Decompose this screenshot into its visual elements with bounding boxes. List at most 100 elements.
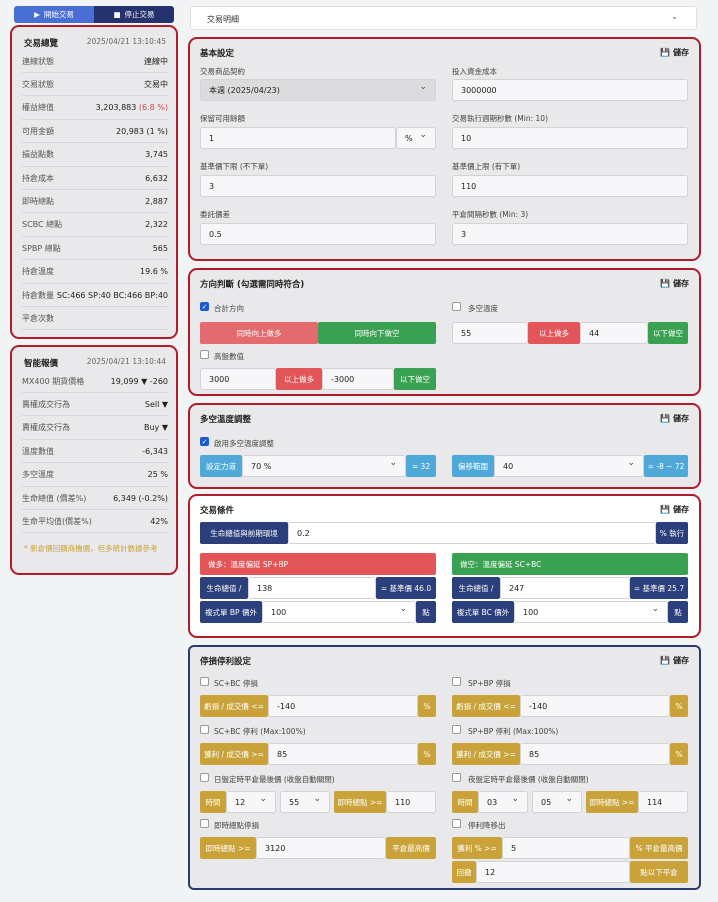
instant-loss-input[interactable]: 3120 (256, 837, 386, 859)
scbc-loss-checkbox[interactable] (200, 677, 209, 686)
smart-label: 賣權成交行為 (22, 423, 70, 433)
down-short-button[interactable]: 同時向下做空 (318, 322, 436, 344)
below-short-label: 以下做空 (394, 368, 436, 390)
pct-unit: % (418, 743, 436, 765)
night-instant-input[interactable]: 114 (638, 791, 688, 813)
check-icon[interactable]: ✓ (200, 302, 209, 311)
delegate-label: 委託價差 (200, 210, 230, 219)
offset-select[interactable]: 40 (494, 455, 644, 477)
trade-condition-panel: 交易條件 💾 儲存 生命總值與前期環境 0.2 % 執行 做多：溫度偏延 SP+… (188, 494, 701, 638)
smart-note: * 新倉價回饋商機價，但多統計數據參考 (24, 544, 158, 553)
overview-row: 即時總點 2,887 (22, 190, 168, 214)
bc-unit: 點 (668, 601, 688, 623)
instant-loss-label: 即時總點停損 (214, 821, 259, 830)
overview-row: 連線狀態 連線中 (22, 50, 168, 73)
save-label: 儲存 (673, 48, 689, 57)
stop-icon: ■ (113, 10, 121, 19)
night-close-checkbox[interactable] (452, 773, 461, 782)
smart-row: 多空溫度 25 % (22, 464, 168, 487)
spbp-loss-checkbox[interactable] (452, 677, 461, 686)
direction-c3-label: 高盤數值 (214, 352, 244, 361)
day-instant-input[interactable]: 110 (386, 791, 436, 813)
smart-label: 賣權成交行為 (22, 399, 70, 409)
overview-label: 持倉成本 (22, 173, 54, 183)
overview-label: SCBC 總點 (22, 220, 63, 230)
bc-label: 複式單 BC 價外 (452, 601, 514, 623)
reserve-unit-select[interactable]: % (396, 127, 436, 149)
start-label: 開始交易 (43, 10, 74, 19)
temp-high-input[interactable]: 55 (452, 322, 528, 344)
direction-c2-checkbox[interactable] (452, 302, 461, 311)
spbp-profit-input[interactable]: 85 (520, 743, 670, 765)
smart-label: 溫度數值 (22, 446, 54, 456)
contract-select[interactable]: 本週 (2025/04/23) (200, 79, 436, 101)
spbp-loss-input[interactable]: -140 (520, 695, 670, 717)
pct-value: (6.8 %) (138, 103, 168, 113)
save-label: 儲存 (673, 279, 689, 288)
delegate-input[interactable]: 0.5 (200, 223, 436, 245)
smart-time: 2025/04/21 13:10:44 (86, 357, 166, 366)
close-input[interactable]: 3 (452, 223, 688, 245)
overview-row: 交易狀態 交易中 (22, 73, 168, 97)
smart-label: MX400 期貨價格 (22, 376, 85, 386)
short-title: 做空：溫度偏延 SC+BC (452, 553, 688, 575)
save-button[interactable]: 💾 儲存 (660, 47, 689, 58)
bp-label: 複式單 BP 價外 (200, 601, 262, 623)
day-minute-select[interactable]: 55 (280, 791, 330, 813)
day-close-checkbox[interactable] (200, 773, 209, 782)
save-button[interactable]: 💾 儲存 (660, 413, 689, 424)
scbc-loss-input[interactable]: -140 (268, 695, 418, 717)
low-input[interactable]: 3 (200, 175, 436, 197)
smart-value: Buy ▼ (144, 423, 168, 433)
smart-value: 6,349 (-0.2%) (113, 493, 168, 503)
night-hour-select[interactable]: 03 (478, 791, 528, 813)
low-value-input[interactable]: -3000 (322, 368, 394, 390)
temp-low-input[interactable]: 44 (580, 322, 648, 344)
check-icon[interactable]: ✓ (200, 437, 209, 446)
day-hour-select[interactable]: 12 (226, 791, 276, 813)
life-env-input[interactable]: 0.2 (288, 522, 656, 544)
high-label: 基準價上限 (有下單) (452, 162, 521, 171)
short-life-input[interactable]: 247 (500, 577, 630, 599)
short-life-label: 生命總值 / (452, 577, 500, 599)
high-value-input[interactable]: 3000 (200, 368, 276, 390)
detail-dropdown[interactable]: 交易明細 ⌄ (190, 6, 697, 30)
smart-row: 賣權成交行為 Buy ▼ (22, 417, 168, 440)
spbp-profit-checkbox[interactable] (452, 725, 461, 734)
save-button[interactable]: 💾 儲存 (660, 655, 689, 666)
bp-select[interactable]: 100 (262, 601, 416, 623)
scbc-profit-input[interactable]: 85 (268, 743, 418, 765)
profit-drop-label: 停利降移出 (468, 821, 506, 830)
pct-close-high-label: % 平倉最高價 (630, 837, 688, 859)
scbc-profit-checkbox[interactable] (200, 725, 209, 734)
up-long-button[interactable]: 同時向上做多 (200, 322, 318, 344)
profit-drop-checkbox[interactable] (452, 819, 461, 828)
bc-select[interactable]: 100 (514, 601, 668, 623)
power-select[interactable]: 70 % (242, 455, 406, 477)
smart-label: 生命平均值(價差%) (22, 516, 92, 526)
pct-unit: % (670, 743, 688, 765)
interval-input[interactable]: 10 (452, 127, 688, 149)
direction-c3-checkbox[interactable] (200, 350, 209, 359)
stop-trade-button[interactable]: ■ 停止交易 (94, 6, 174, 23)
save-button[interactable]: 💾 儲存 (660, 278, 689, 289)
overview-value: 交易中 (144, 79, 168, 89)
offset-result: = -8 ~ 72 (644, 455, 688, 477)
high-input[interactable]: 110 (452, 175, 688, 197)
start-trade-button[interactable]: ▶ 開始交易 (14, 6, 94, 23)
day-close-label: 日盤定時平倉最後價 (收盤自動關閉) (214, 775, 335, 784)
retrace-input[interactable]: 12 (476, 861, 630, 883)
long-life-input[interactable]: 138 (248, 577, 376, 599)
smart-value: 25 % (147, 470, 168, 480)
reserve-input[interactable]: 1 (200, 127, 396, 149)
exec-label: % 執行 (656, 522, 688, 544)
profit-pct-input[interactable]: 5 (502, 837, 630, 859)
overview-value: 19.6 % (140, 267, 168, 277)
capital-input[interactable]: 3000000 (452, 79, 688, 101)
retrace-label: 回撤 (452, 861, 476, 883)
smart-label: 生命總值 (價差%) (22, 493, 87, 503)
overview-label: 持倉溫度 (22, 267, 54, 277)
instant-loss-checkbox[interactable] (200, 819, 209, 828)
save-button[interactable]: 💾 儲存 (660, 504, 689, 515)
night-minute-select[interactable]: 05 (532, 791, 582, 813)
